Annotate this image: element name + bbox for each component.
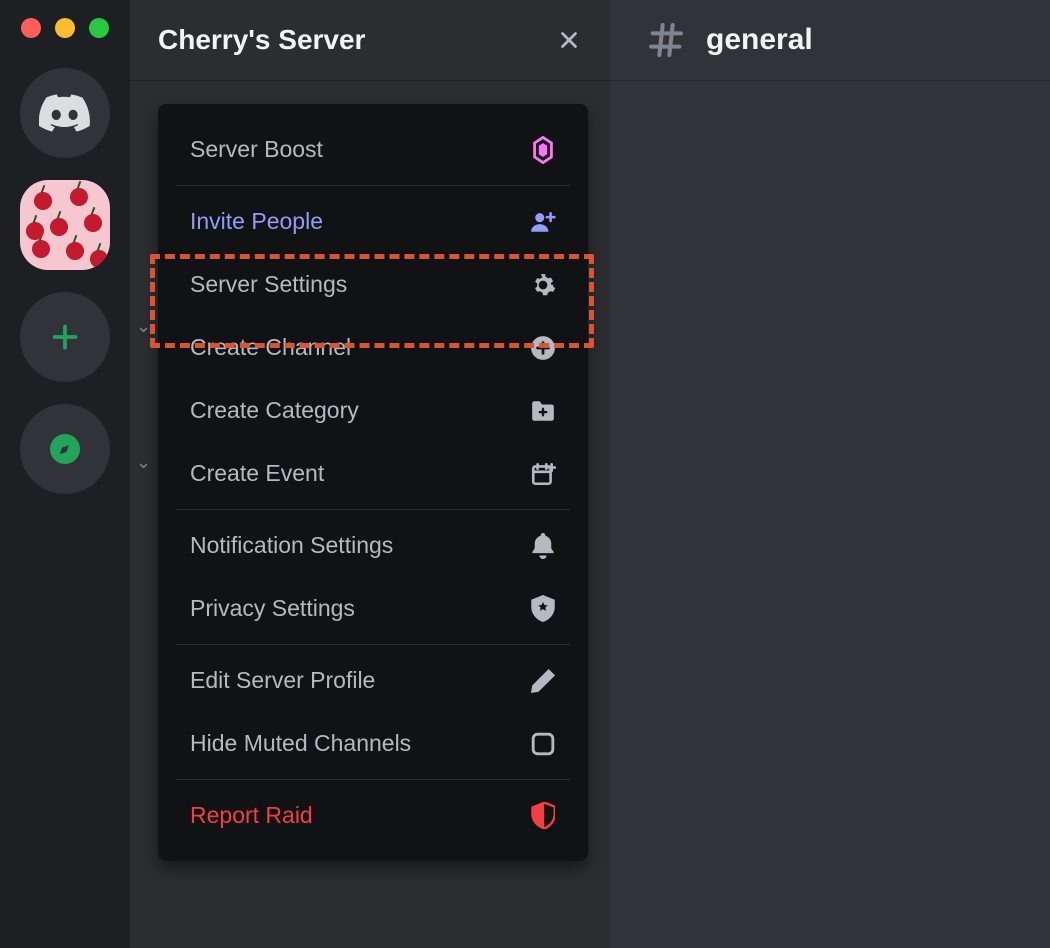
menu-label: Create Event — [190, 460, 324, 487]
menu-label: Report Raid — [190, 802, 313, 829]
window-zoom-dot[interactable] — [89, 18, 109, 38]
menu-server-boost[interactable]: Server Boost — [168, 118, 578, 181]
menu-label: Notification Settings — [190, 532, 393, 559]
menu-label: Edit Server Profile — [190, 667, 375, 694]
menu-separator — [176, 185, 570, 186]
close-icon[interactable] — [556, 27, 582, 53]
server-header[interactable]: Cherry's Server — [130, 0, 610, 80]
window-close-dot[interactable] — [21, 18, 41, 38]
menu-label: Server Boost — [190, 136, 323, 163]
menu-invite-people[interactable]: Invite People — [168, 190, 578, 253]
explore-servers-button[interactable] — [20, 404, 110, 494]
calendar-plus-icon — [530, 461, 556, 487]
chevron-down-icon[interactable]: ⌄ — [136, 452, 151, 473]
add-server-button[interactable] — [20, 292, 110, 382]
channel-sidebar: Cherry's Server ⌄ ⌄ Server Boost Invite … — [130, 0, 610, 948]
bell-icon — [530, 533, 556, 559]
menu-label: Privacy Settings — [190, 595, 355, 622]
menu-create-channel[interactable]: Create Channel — [168, 316, 578, 379]
direct-messages-button[interactable] — [20, 68, 110, 158]
main-content: general — [610, 0, 1050, 948]
discord-logo-icon — [39, 93, 91, 133]
server-rail — [0, 0, 130, 948]
gear-icon — [530, 272, 556, 298]
folder-plus-icon — [530, 398, 556, 424]
window-minimize-dot[interactable] — [55, 18, 75, 38]
channel-name: general — [706, 23, 813, 57]
window-traffic-lights — [21, 12, 109, 38]
menu-separator — [176, 644, 570, 645]
server-menu-dropdown: Server Boost Invite People Server Settin… — [158, 104, 588, 861]
menu-report-raid[interactable]: Report Raid — [168, 784, 578, 847]
menu-label: Invite People — [190, 208, 323, 235]
compass-icon — [47, 431, 83, 467]
chevron-down-icon[interactable]: ⌄ — [136, 316, 151, 337]
menu-label: Create Category — [190, 397, 359, 424]
menu-privacy-settings[interactable]: Privacy Settings — [168, 577, 578, 640]
menu-label: Hide Muted Channels — [190, 730, 411, 757]
menu-create-category[interactable]: Create Category — [168, 379, 578, 442]
menu-hide-muted-channels[interactable]: Hide Muted Channels — [168, 712, 578, 775]
server-avatar[interactable] — [20, 180, 110, 270]
hash-icon — [646, 20, 686, 60]
shield-star-icon — [530, 596, 556, 622]
server-name: Cherry's Server — [158, 24, 365, 56]
checkbox-empty-icon — [530, 731, 556, 757]
menu-separator — [176, 779, 570, 780]
menu-create-event[interactable]: Create Event — [168, 442, 578, 505]
shield-alert-icon — [530, 803, 556, 829]
person-plus-icon — [530, 209, 556, 235]
circle-plus-icon — [530, 335, 556, 361]
menu-label: Server Settings — [190, 271, 347, 298]
menu-label: Create Channel — [190, 334, 351, 361]
menu-separator — [176, 509, 570, 510]
menu-server-settings[interactable]: Server Settings — [168, 253, 578, 316]
plus-icon — [47, 319, 83, 355]
menu-edit-server-profile[interactable]: Edit Server Profile — [168, 649, 578, 712]
pencil-icon — [530, 668, 556, 694]
menu-notification-settings[interactable]: Notification Settings — [168, 514, 578, 577]
channel-header: general — [610, 0, 1050, 80]
boost-gem-icon — [530, 137, 556, 163]
